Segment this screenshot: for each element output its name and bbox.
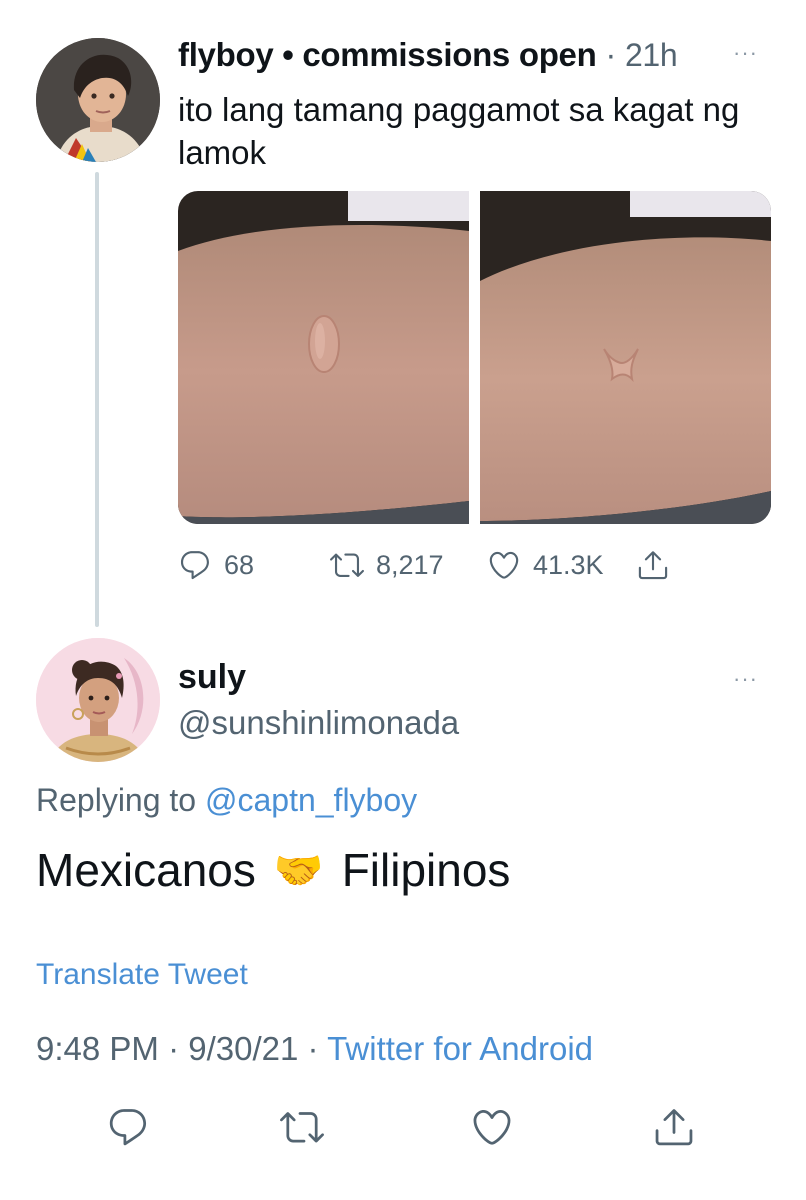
reply-action[interactable]: 68 bbox=[178, 548, 254, 582]
like-button[interactable] bbox=[470, 1105, 514, 1149]
parent-action-bar: 68 8,217 41.3K bbox=[0, 545, 806, 585]
replying-to-line: Replying to @captn_flyboy bbox=[36, 782, 417, 819]
parent-tweet-text: ito lang tamang paggamot sa kagat ng lam… bbox=[178, 91, 740, 171]
replying-to-mention[interactable]: @captn_flyboy bbox=[205, 782, 417, 818]
reply-icon bbox=[109, 1109, 147, 1146]
parent-more-icon[interactable]: ··· bbox=[733, 40, 758, 66]
reply-icon bbox=[180, 551, 209, 580]
translate-tweet-link[interactable]: Translate Tweet bbox=[36, 958, 248, 992]
retweet-action[interactable]: 8,217 bbox=[330, 548, 444, 582]
tweet-metadata: 9:48 PM · 9/30/21 · Twitter for Android bbox=[36, 1030, 593, 1068]
reply-text-before: Mexicanos bbox=[36, 844, 256, 896]
parent-display-name[interactable]: flyboy • commissions open bbox=[178, 36, 597, 73]
reply-handle[interactable]: @sunshinlimonada bbox=[178, 704, 459, 742]
retweet-icon bbox=[280, 1112, 324, 1143]
share-action[interactable] bbox=[636, 548, 670, 582]
retweet-button[interactable] bbox=[280, 1105, 324, 1149]
parent-author-line: flyboy • commissions open · 21h bbox=[178, 36, 678, 74]
heart-icon bbox=[473, 1109, 511, 1145]
tweet-source-link[interactable]: Twitter for Android bbox=[327, 1030, 593, 1067]
share-icon bbox=[638, 551, 668, 580]
reply-action-bar bbox=[0, 1105, 806, 1157]
retweet-count: 8,217 bbox=[376, 549, 444, 580]
parent-time[interactable]: 21h bbox=[625, 37, 678, 73]
like-action[interactable]: 41.3K bbox=[487, 548, 604, 582]
parent-avatar[interactable] bbox=[36, 38, 160, 162]
heart-icon bbox=[489, 551, 519, 579]
reply-display-name[interactable]: suly bbox=[178, 658, 246, 697]
reply-button[interactable] bbox=[106, 1105, 150, 1149]
reply-tweet-text: Mexicanos 🤝 Filipinos bbox=[36, 843, 510, 897]
reply-text-after: Filipinos bbox=[341, 844, 511, 896]
photo-right[interactable] bbox=[480, 191, 771, 524]
retweet-icon bbox=[330, 553, 364, 577]
handshake-emoji: 🤝 bbox=[273, 848, 324, 893]
reply-more-icon[interactable]: ··· bbox=[733, 666, 758, 692]
photo-left[interactable] bbox=[178, 191, 469, 524]
share-button[interactable] bbox=[652, 1105, 696, 1149]
share-icon bbox=[655, 1109, 693, 1146]
reply-count: 68 bbox=[224, 549, 255, 580]
like-count: 41.3K bbox=[533, 549, 604, 580]
tweet-media[interactable] bbox=[178, 191, 771, 524]
reply-avatar[interactable] bbox=[36, 638, 160, 762]
replying-to-label: Replying to bbox=[36, 782, 197, 818]
time-separator: · bbox=[605, 36, 617, 73]
tweet-timestamp: 9:48 PM · 9/30/21 · bbox=[36, 1030, 328, 1067]
